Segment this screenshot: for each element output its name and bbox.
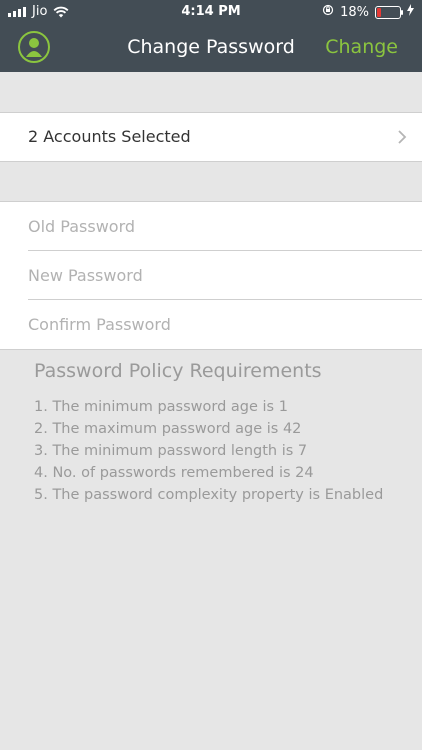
top-bar: Jio 4:14 PM 18% Change Password Change xyxy=(0,0,422,72)
password-policy: Password Policy Requirements 1. The mini… xyxy=(34,360,410,506)
accounts-selector[interactable]: 2 Accounts Selected xyxy=(0,112,422,162)
policy-item: 1. The minimum password age is 1 xyxy=(34,399,288,415)
policy-heading: Password Policy Requirements xyxy=(34,360,322,382)
battery-percent: 18% xyxy=(340,4,369,20)
chevron-right-icon xyxy=(398,130,407,144)
orientation-lock-icon xyxy=(322,4,334,20)
old-password-field[interactable] xyxy=(28,202,422,250)
old-password-row xyxy=(28,202,422,251)
status-bar: Jio 4:14 PM 18% xyxy=(0,0,422,24)
new-password-row xyxy=(28,251,422,300)
nav-header: Change Password Change xyxy=(0,24,422,72)
confirm-password-row xyxy=(28,300,422,349)
policy-item: 2. The maximum password age is 42 xyxy=(34,421,302,437)
change-button[interactable]: Change xyxy=(325,36,398,58)
status-right: 18% xyxy=(322,4,414,20)
confirm-password-field[interactable] xyxy=(28,300,422,349)
policy-item: 5. The password complexity property is E… xyxy=(34,487,384,503)
policy-item: 4. No. of passwords remembered is 24 xyxy=(34,465,314,481)
password-form xyxy=(0,201,422,350)
charging-bolt-icon xyxy=(407,4,414,20)
policy-item: 3. The minimum password length is 7 xyxy=(34,443,308,459)
battery-icon xyxy=(375,5,403,19)
new-password-field[interactable] xyxy=(28,251,422,299)
accounts-selected-label: 2 Accounts Selected xyxy=(28,127,191,146)
